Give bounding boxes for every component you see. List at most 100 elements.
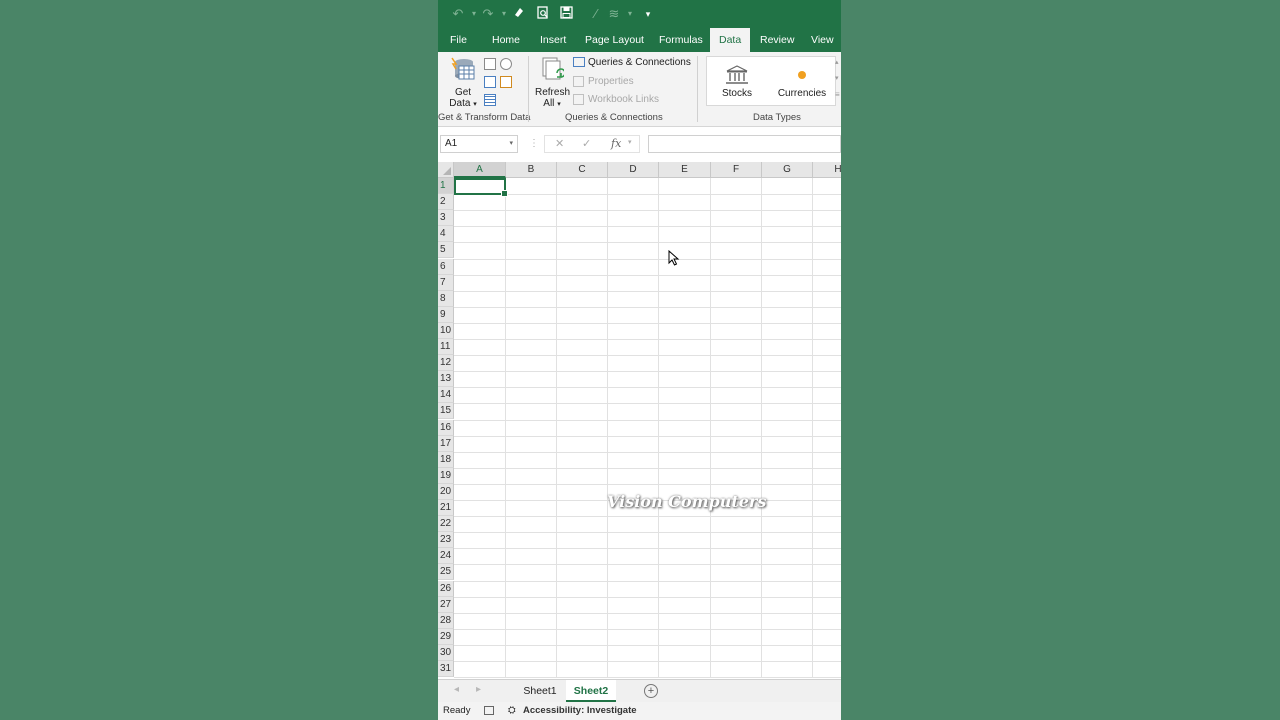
accessibility-status[interactable]: Accessibility: Investigate xyxy=(523,702,637,720)
gallery-scroll-up-icon[interactable]: ▴ xyxy=(835,58,839,66)
add-sheet-icon[interactable]: + xyxy=(644,684,658,698)
row-header[interactable]: 4 xyxy=(438,226,454,243)
tab-insert[interactable]: Insert xyxy=(540,28,566,52)
row-header[interactable]: 16 xyxy=(438,419,454,436)
currencies-label: Currencies xyxy=(777,88,827,99)
from-table-icon[interactable] xyxy=(484,76,496,88)
row-header[interactable]: 10 xyxy=(438,322,454,339)
more-icon: ⋮ xyxy=(529,138,539,149)
row-header[interactable]: 30 xyxy=(438,644,454,661)
row-header[interactable]: 26 xyxy=(438,580,454,597)
tab-home[interactable]: Home xyxy=(492,28,520,52)
refresh-all-button[interactable]: Refresh All ▾ xyxy=(535,56,570,109)
row-header[interactable]: 20 xyxy=(438,483,454,500)
undo-icon[interactable]: ↶ xyxy=(450,6,466,22)
chevron-down-icon[interactable]: ▾ xyxy=(509,136,513,152)
get-data-label-2: Data xyxy=(449,98,471,109)
print-preview-icon[interactable] xyxy=(535,6,551,22)
row-header[interactable]: 18 xyxy=(438,451,454,468)
workbook-links-button[interactable]: Workbook Links xyxy=(573,94,659,105)
row-header[interactable]: 6 xyxy=(438,258,454,275)
chevron-down-icon[interactable]: ▾ xyxy=(628,138,632,146)
active-cell-a1[interactable] xyxy=(454,178,508,197)
macro-record-icon[interactable] xyxy=(484,706,494,715)
row-header[interactable]: 5 xyxy=(438,242,454,259)
name-box[interactable]: A1 ▾ xyxy=(440,135,518,153)
row-header[interactable]: 1 xyxy=(438,178,454,195)
row-header[interactable]: 25 xyxy=(438,564,454,581)
sheet-tab-sheet1[interactable]: Sheet1 xyxy=(518,680,562,702)
row-header[interactable]: 2 xyxy=(438,194,454,211)
from-text-csv-icon[interactable] xyxy=(484,58,496,70)
column-header[interactable]: H xyxy=(813,162,841,178)
column-header[interactable]: F xyxy=(711,162,762,178)
gallery-more-icon[interactable]: ≡ xyxy=(835,90,840,99)
row-header[interactable]: 12 xyxy=(438,355,454,372)
format-painter-icon[interactable]: ⁄ xyxy=(588,6,604,22)
accessibility-icon: ⛭ xyxy=(508,705,516,716)
row-header[interactable]: 19 xyxy=(438,467,454,484)
refresh-label-2: All xyxy=(543,98,555,109)
row-header[interactable]: 15 xyxy=(438,403,454,420)
get-data-button[interactable]: Get Data ▾ xyxy=(448,56,478,109)
worksheet-grid[interactable]: A B C D E F G H 1 2 3 4 5 6 7 8 9 10 11 12 13 14 15 16 1… xyxy=(438,162,841,678)
tab-file[interactable]: File xyxy=(450,28,467,52)
save-icon[interactable] xyxy=(558,6,574,22)
currencies-button[interactable]: Currencies xyxy=(777,65,827,99)
column-gridline xyxy=(607,178,608,678)
properties-button[interactable]: Properties xyxy=(573,76,634,87)
select-all-button[interactable] xyxy=(438,162,454,178)
scroll-right-icon[interactable]: ▸ xyxy=(476,684,481,695)
row-header[interactable]: 31 xyxy=(438,661,454,678)
row-header[interactable]: 13 xyxy=(438,371,454,388)
insert-function-button[interactable]: fx xyxy=(611,137,621,150)
eraser-icon[interactable] xyxy=(511,6,527,22)
tab-data[interactable]: Data xyxy=(710,28,751,52)
column-header[interactable]: D xyxy=(608,162,659,178)
tab-formulas[interactable]: Formulas xyxy=(659,28,703,52)
row-header[interactable]: 3 xyxy=(438,210,454,227)
ribbon-tabs: File Home Insert Page Layout Formulas Da… xyxy=(438,28,841,52)
gallery-scroll-down-icon[interactable]: ▾ xyxy=(835,74,839,82)
sheet-tab-sheet2[interactable]: Sheet2 xyxy=(566,680,616,702)
queries-connections-button[interactable]: Queries & Connections xyxy=(573,57,691,68)
tab-view[interactable]: View xyxy=(811,28,834,52)
sort-dropdown-icon[interactable]: ▾ xyxy=(622,6,638,22)
cancel-icon[interactable]: ✕ xyxy=(555,137,564,150)
row-header[interactable]: 24 xyxy=(438,548,454,565)
row-header[interactable]: 17 xyxy=(438,435,454,452)
row-header[interactable]: 28 xyxy=(438,612,454,629)
row-header[interactable]: 21 xyxy=(438,500,454,517)
row-header[interactable]: 29 xyxy=(438,628,454,645)
column-header[interactable]: A xyxy=(454,162,506,178)
formula-input[interactable] xyxy=(648,135,841,153)
tab-review[interactable]: Review xyxy=(760,28,794,52)
tab-page-layout[interactable]: Page Layout xyxy=(585,28,644,52)
column-header[interactable]: E xyxy=(659,162,711,178)
sort-icon[interactable]: ≋ xyxy=(606,6,622,22)
column-gridline xyxy=(505,178,506,678)
redo-icon[interactable]: ↷ xyxy=(480,6,496,22)
row-header[interactable]: 14 xyxy=(438,387,454,404)
properties-icon xyxy=(573,76,584,87)
row-header[interactable]: 23 xyxy=(438,532,454,549)
from-web-icon[interactable] xyxy=(500,58,512,70)
column-header[interactable]: G xyxy=(762,162,813,178)
column-header[interactable]: B xyxy=(506,162,557,178)
recent-sources-icon[interactable] xyxy=(500,76,512,88)
row-header[interactable]: 8 xyxy=(438,290,454,307)
scroll-left-icon[interactable]: ◂ xyxy=(454,684,459,695)
column-header[interactable]: C xyxy=(557,162,608,178)
existing-connections-icon[interactable] xyxy=(484,94,496,106)
row-header[interactable]: 9 xyxy=(438,306,454,323)
enter-icon[interactable]: ✓ xyxy=(582,137,591,150)
refresh-icon xyxy=(542,57,566,80)
customize-icon[interactable]: ▾ xyxy=(640,6,656,22)
redo-dropdown-icon[interactable]: ▾ xyxy=(496,6,512,22)
row-header[interactable]: 22 xyxy=(438,516,454,533)
row-header[interactable]: 11 xyxy=(438,339,454,356)
row-gridline xyxy=(454,628,841,630)
stocks-button[interactable]: Stocks xyxy=(717,65,757,99)
row-header[interactable]: 7 xyxy=(438,274,454,291)
row-header[interactable]: 27 xyxy=(438,596,454,613)
